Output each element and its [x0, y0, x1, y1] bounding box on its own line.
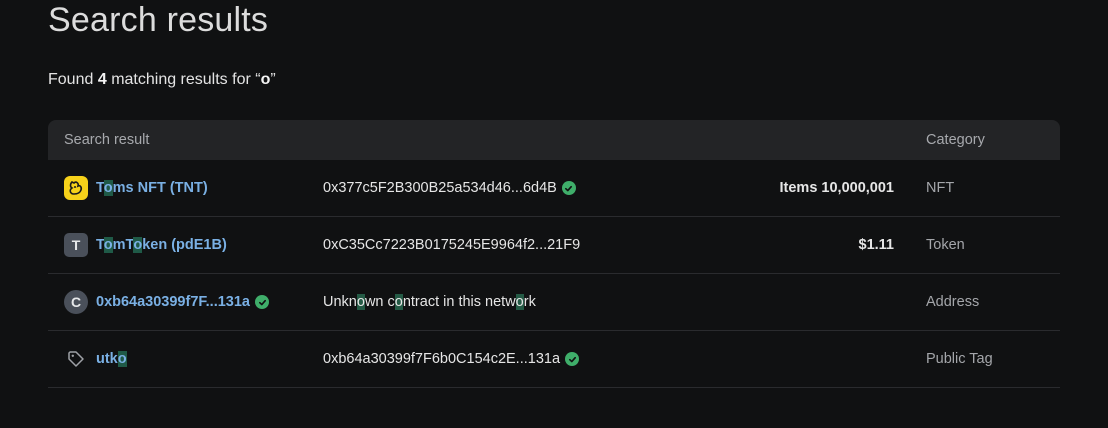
name-text: ms NFT (TNT) — [112, 180, 208, 196]
category-cell: Public Tag — [926, 351, 993, 367]
category-cell: Token — [926, 237, 965, 253]
name-highlight: o — [103, 180, 113, 196]
result-link[interactable]: 0xb64a30399f7F...131a — [96, 294, 250, 310]
desc-text: wn c — [364, 294, 395, 310]
verified-check-icon — [561, 181, 576, 195]
name-text: T — [96, 180, 104, 196]
contract-letter-icon: C — [64, 290, 88, 314]
name-highlight: o — [133, 237, 143, 253]
table-row[interactable]: utko 0xb64a30399f7F6b0C154c2E...131a Pub… — [48, 331, 1060, 388]
desc-text: rk — [523, 294, 536, 310]
nft-logo-icon — [64, 176, 88, 200]
contract-address: 0xb64a30399f7F6b0C154c2E...131a — [323, 351, 561, 367]
result-link[interactable]: utko — [96, 351, 127, 367]
desc-highlight: o — [356, 294, 365, 310]
value-cell: Items 10,000,001 — [779, 180, 894, 196]
result-name-cell: T TomToken (pdE1B) — [64, 217, 227, 273]
table-row[interactable]: C 0xb64a30399f7F...131a Unkn o wn c o ntract… — [48, 274, 1060, 331]
contract-address: 0xC35Cc7223B0175245E9964f2...21F9 — [323, 237, 581, 253]
header-search-result: Search result — [64, 132, 150, 148]
name-highlight: o — [117, 351, 127, 367]
result-name-cell: C 0xb64a30399f7F...131a — [64, 274, 269, 330]
name-text: ken (pdE1B) — [142, 237, 227, 253]
result-link[interactable]: TomToken (pdE1B) — [96, 237, 227, 253]
search-query: o — [260, 71, 271, 88]
category-cell: Address — [926, 294, 980, 310]
result-name-cell: utko — [64, 331, 127, 387]
tag-icon — [64, 347, 88, 371]
table-row[interactable]: Toms NFT (TNT) 0x377c5F2B300B25a534d46..… — [48, 160, 1060, 217]
desc-text: ntract in this netw — [402, 294, 516, 310]
desc-highlight: o — [515, 294, 524, 310]
name-text: utk — [96, 351, 118, 367]
summary-prefix: Found — [48, 71, 94, 88]
results-summary: Found 4 matching results for “o” — [48, 71, 276, 88]
results-table: Search result Category Toms NFT (TNT) 0x… — [48, 120, 1060, 388]
token-letter-icon: T — [64, 233, 88, 257]
address-cell: 0xC35Cc7223B0175245E9964f2...21F9 — [323, 217, 580, 273]
name-highlight: o — [103, 237, 113, 253]
address-cell: 0xb64a30399f7F6b0C154c2E...131a — [323, 331, 580, 387]
category-cell: NFT — [926, 180, 955, 196]
verified-check-icon — [565, 352, 580, 366]
name-text: T — [96, 237, 104, 253]
desc-text: Unkn — [323, 294, 357, 310]
result-link[interactable]: Toms NFT (TNT) — [96, 180, 208, 196]
value-cell: $1.11 — [858, 237, 895, 253]
description-cell: Unkn o wn c o ntract in this netw o rk — [323, 274, 536, 330]
verified-check-icon — [255, 295, 269, 309]
desc-highlight: o — [394, 294, 403, 310]
summary-mid: matching results for — [111, 71, 251, 88]
page-title: Search results — [48, 1, 269, 39]
result-name-cell: Toms NFT (TNT) — [64, 160, 208, 216]
table-header: Search result Category — [48, 120, 1060, 160]
header-category: Category — [926, 132, 985, 148]
results-count: 4 — [97, 71, 107, 88]
contract-address: 0x377c5F2B300B25a534d46...6d4B — [323, 180, 557, 196]
name-text: mT — [112, 237, 134, 253]
table-row[interactable]: T TomToken (pdE1B) 0xC35Cc7223B0175245E9… — [48, 217, 1060, 274]
address-cell: 0x377c5F2B300B25a534d46...6d4B — [323, 160, 576, 216]
